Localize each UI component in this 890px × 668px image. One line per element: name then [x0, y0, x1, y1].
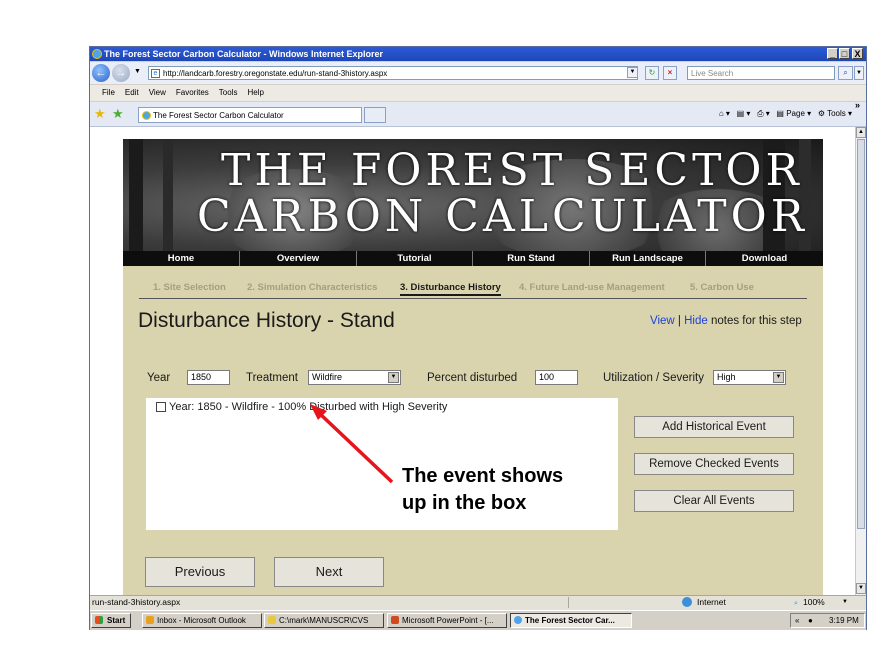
page-menu[interactable]: ▤ Page ▾ — [776, 109, 811, 118]
close-button[interactable]: X — [852, 48, 863, 59]
folder-icon — [268, 616, 276, 624]
ie-tab-icon — [142, 111, 151, 120]
menu-help[interactable]: Help — [247, 88, 263, 97]
globe-icon — [682, 597, 692, 607]
vertical-scrollbar[interactable]: ▲ ▼ — [855, 127, 866, 595]
add-favorite-icon[interactable]: ★ — [112, 106, 124, 122]
tab-active[interactable]: The Forest Sector Carbon Calculator — [138, 107, 362, 123]
favorites-star-icon[interactable]: ★ — [94, 106, 106, 122]
recent-pages-chevron-icon[interactable]: ▼ — [134, 68, 141, 75]
taskbar-label: The Forest Sector Car... — [525, 616, 615, 625]
search-options-icon[interactable]: ▼ — [854, 66, 864, 80]
outlook-icon — [146, 616, 154, 624]
tab-label: The Forest Sector Carbon Calculator — [153, 111, 284, 120]
taskbar-item-powerpoint[interactable]: Microsoft PowerPoint - [... — [387, 613, 507, 628]
tab-bar: ★ ★ The Forest Sector Carbon Calculator … — [90, 100, 866, 127]
address-field[interactable]: e http://landcarb.forestry.oregonstate.e… — [148, 66, 638, 80]
title-bar: The Forest Sector Carbon Calculator - Wi… — [90, 47, 866, 61]
taskbar: Start Inbox - Microsoft Outlook C:\mark\… — [90, 610, 866, 630]
ie-logo-icon — [92, 49, 102, 59]
taskbar-item-ie[interactable]: The Forest Sector Car... — [510, 613, 632, 628]
start-label: Start — [107, 616, 126, 625]
address-dropdown-icon[interactable]: ▼ — [627, 67, 638, 78]
annotation-callout: The event shows up in the box — [402, 463, 563, 517]
annotation-line2: up in the box — [402, 492, 527, 514]
browser-window: The Forest Sector Carbon Calculator - Wi… — [89, 46, 867, 630]
stop-icon[interactable]: × — [663, 66, 677, 80]
search-input[interactable]: Live Search — [687, 66, 835, 80]
menu-tools[interactable]: Tools — [219, 88, 238, 97]
status-bar: run-stand-3history.aspx Internet ⌕ 100% … — [90, 595, 866, 610]
command-bar: ⌂ ▾ ▤ ▾ ⎙ ▾ ▤ Page ▾ ⚙ Tools ▾ — [719, 107, 852, 121]
scroll-up-icon[interactable]: ▲ — [856, 127, 866, 138]
back-button[interactable]: ← — [92, 64, 110, 82]
window-title: The Forest Sector Carbon Calculator - Wi… — [104, 49, 383, 59]
tools-menu[interactable]: ⚙ Tools ▾ — [818, 109, 852, 118]
annotation-line1: The event shows — [402, 465, 564, 487]
minimize-button[interactable]: _ — [827, 48, 838, 59]
print-icon[interactable]: ⎙ ▾ — [757, 109, 770, 118]
windows-logo-icon — [95, 616, 103, 624]
feeds-icon[interactable]: ▤ ▾ — [737, 109, 751, 118]
overflow-chevron-icon[interactable]: » — [855, 100, 860, 110]
menu-edit[interactable]: Edit — [125, 88, 139, 97]
page-viewport: THE FOREST SECTOR CARBON CALCULATOR Home… — [90, 127, 855, 595]
page-menu-label: Page — [786, 109, 805, 118]
taskbar-label: Inbox - Microsoft Outlook — [157, 616, 246, 625]
zoom-dropdown-icon[interactable]: ▼ — [842, 596, 848, 609]
forward-button[interactable]: → — [112, 64, 130, 82]
search-placeholder: Live Search — [691, 69, 734, 78]
menu-bar: File Edit View Favorites Tools Help — [90, 85, 866, 101]
zoom-level[interactable]: 100% — [803, 596, 825, 609]
powerpoint-icon — [391, 616, 399, 624]
clock: 3:19 PM — [829, 616, 859, 625]
annotation-arrow — [310, 404, 394, 484]
page-icon: e — [151, 69, 160, 78]
taskbar-label: Microsoft PowerPoint - [... — [402, 616, 494, 625]
maximize-button[interactable]: □ — [839, 48, 850, 59]
scrollbar-thumb[interactable] — [857, 139, 865, 529]
tray-app-icon[interactable]: ● — [808, 614, 813, 627]
calculator-page: THE FOREST SECTOR CARBON CALCULATOR Home… — [123, 139, 823, 595]
scroll-down-icon[interactable]: ▼ — [856, 583, 866, 594]
system-tray: « ● 3:19 PM — [790, 613, 865, 628]
status-url: run-stand-3history.aspx — [92, 597, 181, 607]
address-bar-row: ← → ▼ e http://landcarb.forestry.oregons… — [90, 62, 866, 84]
zoom-icon: ⌕ — [794, 600, 798, 607]
start-button[interactable]: Start — [91, 613, 131, 628]
zone-label: Internet — [697, 597, 726, 607]
home-icon[interactable]: ⌂ ▾ — [719, 109, 730, 118]
status-panels — [568, 597, 639, 608]
tools-menu-label: Tools — [827, 109, 846, 118]
taskbar-item-outlook[interactable]: Inbox - Microsoft Outlook — [142, 613, 262, 628]
menu-file[interactable]: File — [102, 88, 115, 97]
menu-view[interactable]: View — [149, 88, 166, 97]
taskbar-item-folder[interactable]: C:\mark\MANUSCR\CVS — [264, 613, 384, 628]
new-tab-button[interactable] — [364, 107, 386, 123]
refresh-icon[interactable]: ↻ — [645, 66, 659, 80]
taskbar-label: C:\mark\MANUSCR\CVS — [279, 616, 369, 625]
menu-favorites[interactable]: Favorites — [176, 88, 209, 97]
tools-gear-icon: ⚙ — [817, 109, 825, 118]
search-icon[interactable]: ⌕ — [838, 66, 853, 80]
ie-icon — [514, 616, 522, 624]
page-menu-icon: ▤ — [776, 109, 784, 118]
tray-expand-icon[interactable]: « — [795, 614, 799, 627]
url-text: http://landcarb.forestry.oregonstate.edu… — [163, 69, 388, 78]
